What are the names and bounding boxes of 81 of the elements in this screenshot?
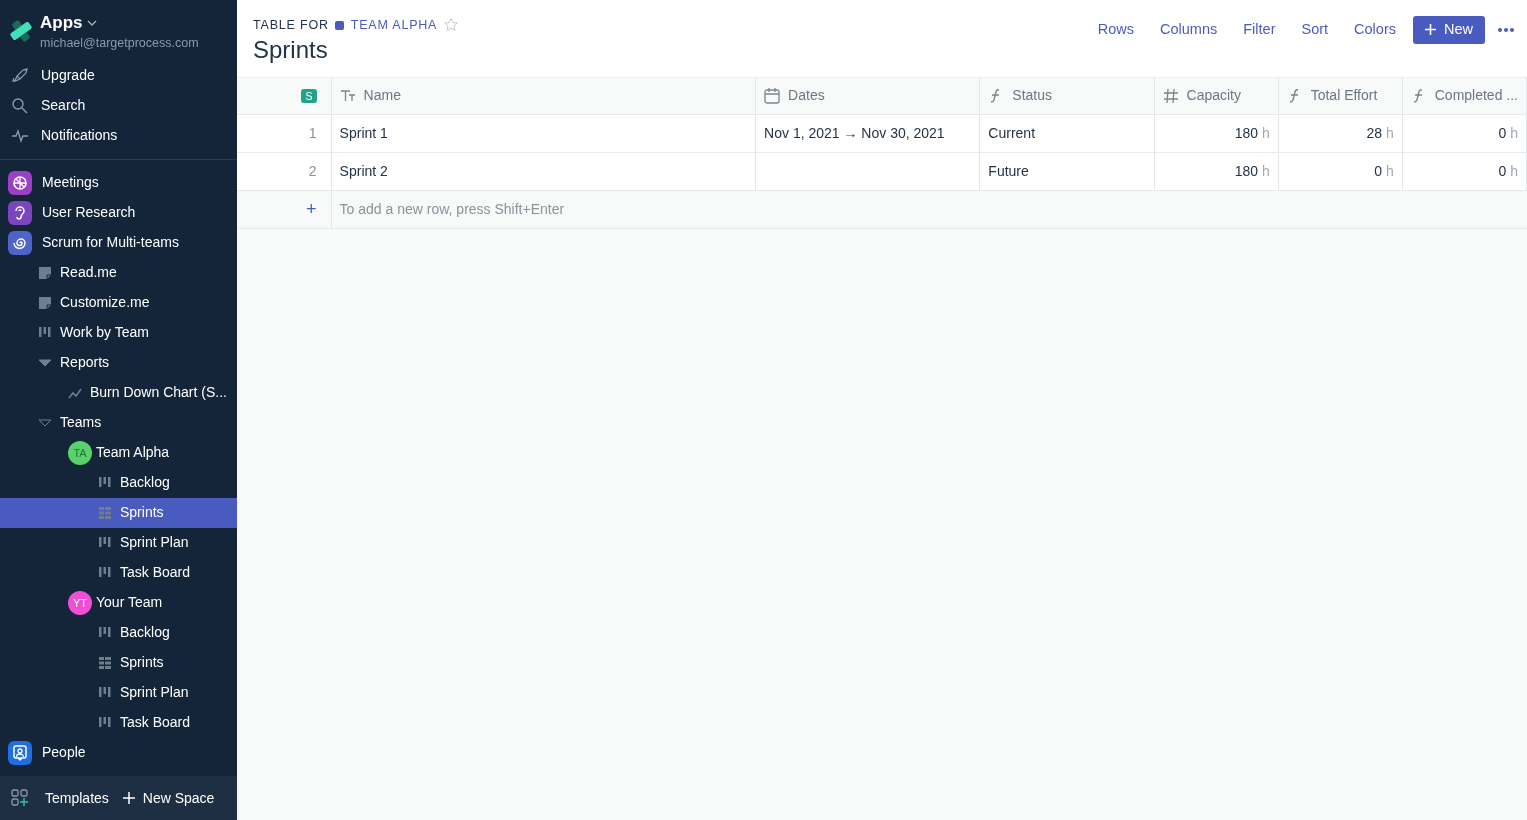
logo-icon [8,18,34,44]
page-title: Sprints [253,34,329,65]
sidebar-item[interactable]: Task Board [0,707,237,738]
calendar-icon [764,87,781,104]
row-number: 2 [237,152,332,191]
table-cell: Current [979,114,1155,153]
toolbar-link[interactable]: Colors [1341,19,1409,41]
new-button[interactable]: New [1413,16,1485,44]
sidebar-item[interactable]: Sprints [0,497,237,528]
new-space-button[interactable]: New Space [122,787,215,809]
document-icon [38,265,52,280]
board-icon [98,715,112,730]
sidebar-item[interactable]: TA Team Alpha [0,437,237,468]
team-color-square [334,20,344,30]
avatar: YT [68,590,92,615]
sidebar-item[interactable]: Sprint Plan [0,677,237,708]
sidebar-item[interactable]: Sprints [0,647,237,678]
table-icon [98,655,112,670]
table-cell: Nov 1, 2021 → Nov 30, 2021 [755,114,980,153]
table-cell: 180 h [1154,114,1279,153]
table-cell: 0 h [1402,152,1527,191]
table-cell: Sprint 1 [331,114,756,153]
table-cell: 28 h [1278,114,1403,153]
board-icon [98,565,112,580]
avatar: TA [68,440,92,465]
add-row-hint: To add a new row, press Shift+Enter [339,200,565,217]
nav-item[interactable]: Notifications [0,120,237,151]
column-header[interactable]: Completed ... [1402,77,1527,115]
sidebar-item[interactable]: YT Your Team [0,587,237,618]
chevron-down-icon [86,20,97,26]
plus-icon [1425,24,1436,36]
toolbar-link[interactable]: Rows [1084,19,1148,41]
sidebar-item[interactable]: Customize.me [0,287,237,318]
breadcrumb-label: TABLE FOR [253,17,329,34]
table-cell: 180 h [1154,152,1279,191]
sidebar-item[interactable]: Meetings [0,167,237,198]
sidebar-item[interactable]: Backlog [0,617,237,648]
board-icon [98,475,112,490]
templates-button[interactable]: Templates [11,787,109,809]
board-icon [98,625,112,640]
toolbar-link[interactable]: Filter [1230,19,1289,41]
board-icon [98,535,112,550]
toolbar-link[interactable]: Sort [1288,19,1342,41]
sidebar-item[interactable]: Task Board [0,557,237,588]
table-cell: Sprint 2 [331,152,756,191]
add-row-button[interactable]: + [306,198,317,219]
table-cell: 0 h [1402,114,1527,153]
document-icon [38,295,52,310]
board-icon [38,325,52,340]
sidebar-item[interactable]: Sprint Plan [0,527,237,558]
sidebar-item[interactable]: Burn Down Chart (S... [0,377,237,408]
search-icon [11,96,29,115]
sidebar-item[interactable]: Scrum for Multi-teams [0,227,237,258]
column-header[interactable]: Total Effort [1278,77,1403,115]
nav-item[interactable]: Search [0,90,237,121]
column-header[interactable]: Dates [755,77,980,115]
sidebar-item[interactable]: Teams [0,407,237,438]
account-email: michael@targetprocess.com [40,35,199,52]
sidebar-item[interactable]: People [0,737,237,768]
board-icon [98,685,112,700]
sidebar-item[interactable]: Backlog [0,467,237,498]
sidebar-item[interactable]: Reports [0,347,237,378]
sidebar-item[interactable]: Work by Team [0,317,237,348]
sidebar-item[interactable]: User Research [0,197,237,228]
hash-icon [1162,87,1179,104]
row-number: 1 [237,114,332,153]
table-cell: Future [979,152,1155,191]
templates-icon [11,789,29,807]
more-icon[interactable] [1497,26,1515,33]
column-header[interactable]: Capacity [1154,77,1279,115]
plus-icon [122,792,135,804]
team-link[interactable]: TEAM ALPHA [334,16,438,35]
table-cell: 0 h [1278,152,1403,191]
sidebar-item[interactable]: Read.me [0,257,237,288]
nav-item[interactable]: Upgrade [0,60,237,91]
column-header[interactable]: Name [331,77,756,115]
text-type-icon [339,87,356,104]
workspace-switcher[interactable]: Apps [40,12,199,34]
toolbar-link[interactable]: Columns [1147,19,1231,41]
table-icon [98,505,112,520]
column-header[interactable]: Status [979,77,1155,115]
